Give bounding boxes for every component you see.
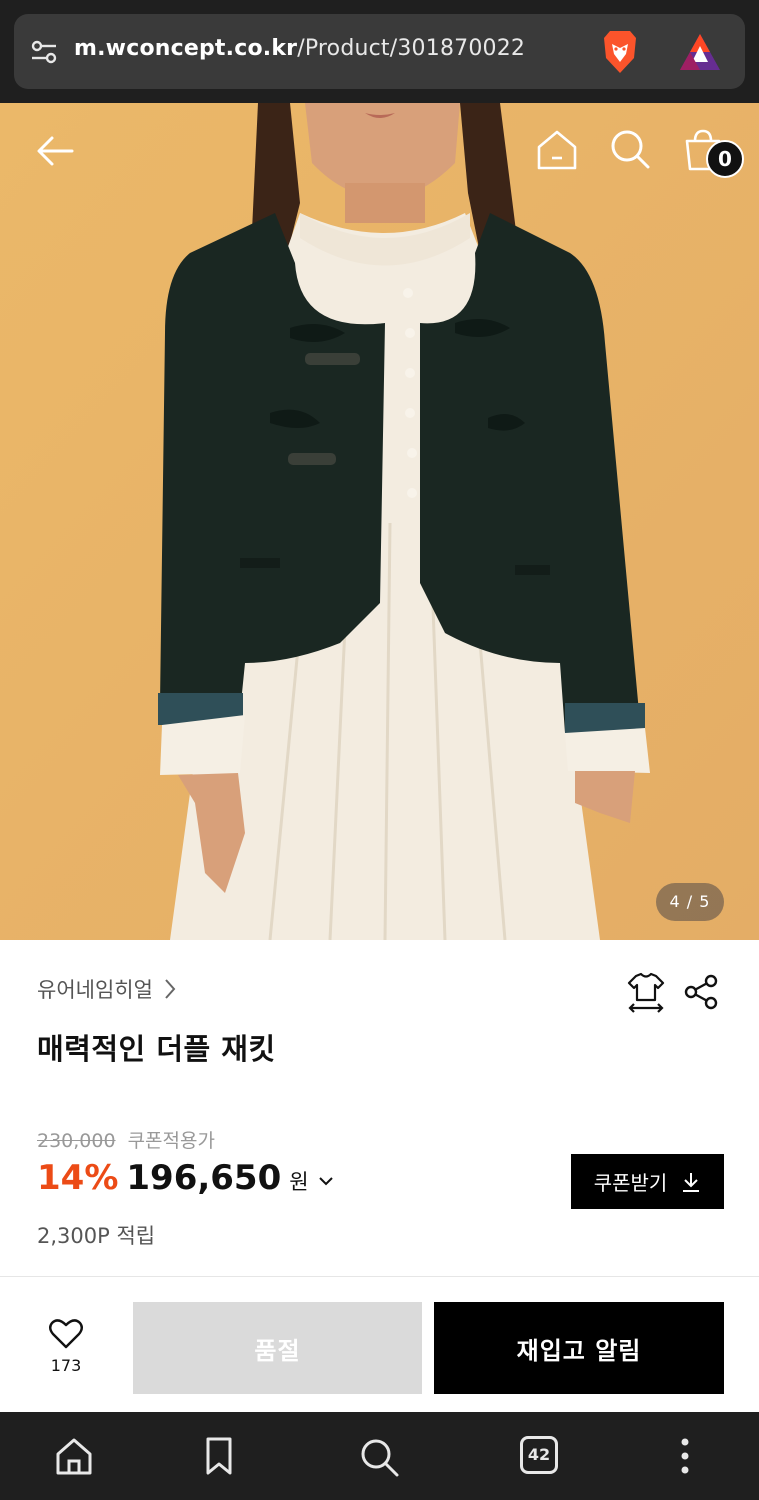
search-icon[interactable]	[358, 1436, 400, 1478]
original-price: 230,000	[37, 1130, 116, 1152]
like-button[interactable]: 173	[38, 1318, 94, 1375]
tab-count-button[interactable]: 42	[520, 1436, 558, 1474]
tune-icon[interactable]	[30, 38, 58, 66]
get-coupon-button[interactable]: 쿠폰받기	[571, 1154, 724, 1209]
reward-points: 2,300P 적립	[37, 1224, 156, 1248]
heart-icon	[49, 1319, 83, 1349]
currency-unit: 원	[289, 1170, 309, 1194]
url-text[interactable]: m.wconcept.co.kr/Product/301870022	[74, 36, 525, 61]
address-bar[interactable]: m.wconcept.co.kr/Product/301870022	[14, 14, 745, 89]
home-icon[interactable]	[534, 127, 580, 173]
url-path: /Product/301870022	[297, 36, 526, 61]
brand-link[interactable]: 유어네임히얼	[37, 974, 177, 1004]
sale-price: 196,650	[126, 1158, 282, 1198]
bookmark-icon[interactable]	[202, 1436, 236, 1476]
product-title: 매력적인 더플 재킷	[37, 1032, 276, 1066]
coupon-price-note: 쿠폰적용가	[127, 1130, 215, 1152]
get-coupon-label: 쿠폰받기	[593, 1171, 668, 1195]
chevron-down-icon[interactable]	[317, 1174, 335, 1188]
share-icon[interactable]	[683, 974, 719, 1010]
discount-percent: 14%	[37, 1158, 119, 1198]
restock-notify-button[interactable]: 재입고 알림	[434, 1302, 724, 1394]
sold-out-button: 품절	[133, 1302, 422, 1394]
browser-top-bar: m.wconcept.co.kr/Product/301870022	[0, 0, 759, 103]
url-host: m.wconcept.co.kr	[74, 36, 298, 61]
product-image-carousel[interactable]: 0 4 / 5	[0, 103, 759, 940]
download-icon	[683, 1172, 700, 1192]
brand-name: 유어네임히얼	[37, 978, 153, 1002]
cart-count-badge[interactable]: 0	[706, 140, 744, 178]
home-icon[interactable]	[54, 1436, 94, 1476]
size-guide-icon[interactable]	[626, 972, 666, 1014]
divider	[0, 1276, 759, 1277]
image-counter: 4 / 5	[656, 883, 724, 921]
price-row[interactable]: 14% 196,650 원	[37, 1158, 335, 1198]
original-price-row: 230,000 쿠폰적용가	[37, 1126, 215, 1153]
search-icon[interactable]	[608, 127, 652, 171]
product-photo	[0, 103, 759, 940]
brave-shield-icon[interactable]	[598, 28, 642, 76]
more-menu-icon[interactable]	[674, 1436, 696, 1476]
like-count: 173	[50, 1356, 82, 1375]
back-arrow-icon[interactable]	[34, 129, 78, 173]
browser-bottom-bar: 42	[0, 1412, 759, 1500]
brave-rewards-icon[interactable]	[678, 32, 722, 72]
chevron-right-icon	[165, 979, 176, 999]
